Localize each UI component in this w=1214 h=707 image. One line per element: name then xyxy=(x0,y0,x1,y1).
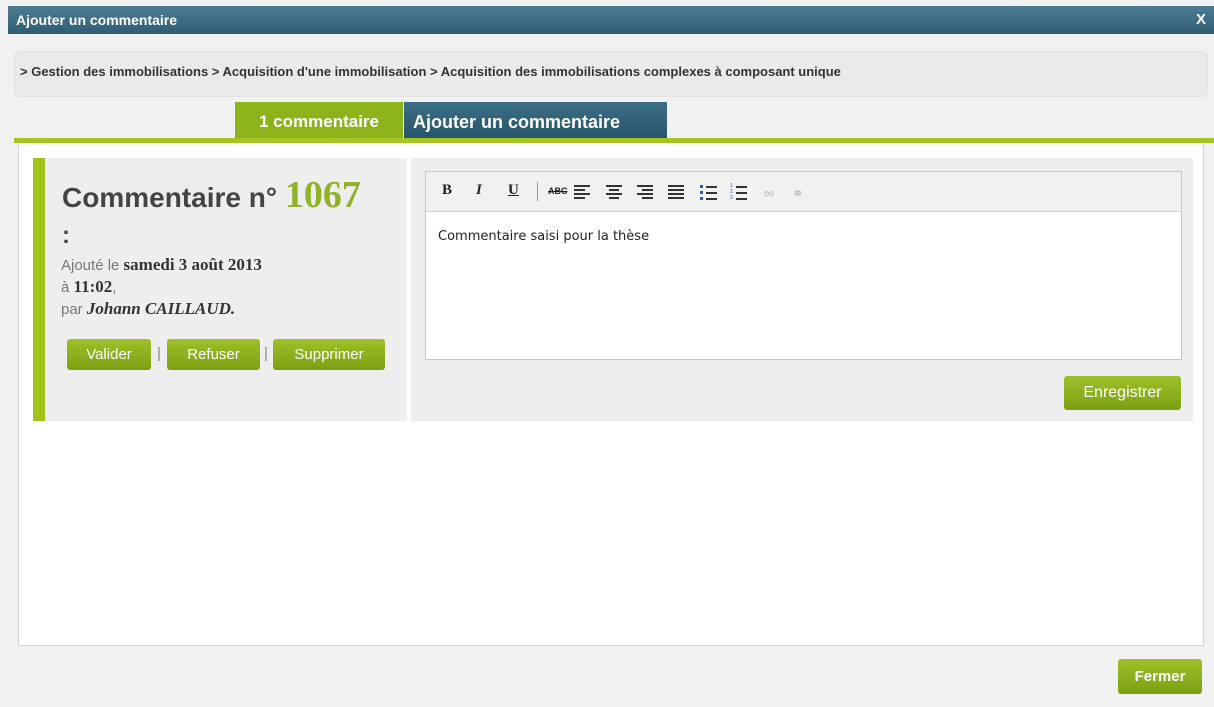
time-suffix: , xyxy=(112,279,117,296)
tab-add-comment[interactable]: Ajouter un commentaire xyxy=(404,102,667,138)
close-button[interactable]: Fermer xyxy=(1118,659,1202,694)
breadcrumb-text: > Gestion des immobilisations > Acquisit… xyxy=(20,64,841,79)
comment-heading-colon: : xyxy=(62,222,70,249)
comment-dialog: Ajouter un commentaire X > Gestion des i… xyxy=(8,6,1214,707)
comment-form: B I U ABC 1 2 3 ∞ ⚭ Commentaire saisi po… xyxy=(411,158,1193,421)
editor-toolbar: B I U ABC 1 2 3 ∞ ⚭ xyxy=(426,172,1181,212)
comment-time: 11:02 xyxy=(73,277,113,296)
align-justify-icon[interactable] xyxy=(668,185,684,199)
editor-content[interactable]: Commentaire saisi pour la thèse xyxy=(438,229,649,244)
comment-date: samedi 3 août 2013 xyxy=(123,255,262,274)
comment-heading-label: Commentaire n° xyxy=(62,182,278,213)
comment-card: Commentaire n° 1067 : Ajouté le samedi 3… xyxy=(33,158,407,421)
time-prefix: à xyxy=(61,279,70,296)
tab-content: Commentaire n° 1067 : Ajouté le samedi 3… xyxy=(18,143,1204,646)
breadcrumb: > Gestion des immobilisations > Acquisit… xyxy=(14,51,1208,97)
dialog-titlebar: Ajouter un commentaire X xyxy=(8,6,1214,34)
added-label: Ajouté le xyxy=(61,257,120,274)
rich-text-editor[interactable]: B I U ABC 1 2 3 ∞ ⚭ Commentaire saisi po… xyxy=(425,171,1182,360)
align-center-icon[interactable] xyxy=(606,185,622,199)
validate-button[interactable]: Valider xyxy=(67,339,151,370)
by-label: par xyxy=(61,301,83,318)
align-right-icon[interactable] xyxy=(637,185,653,199)
toolbar-divider xyxy=(537,182,538,201)
strikethrough-button[interactable]: ABC xyxy=(548,186,568,196)
italic-button[interactable]: I xyxy=(476,182,482,199)
comment-time-line: à 11:02, xyxy=(61,277,116,297)
comment-number: 1067 xyxy=(284,174,361,216)
refuse-button[interactable]: Refuser xyxy=(167,339,260,370)
align-left-icon[interactable] xyxy=(574,185,590,199)
comment-date-line: Ajouté le samedi 3 août 2013 xyxy=(61,255,262,275)
bold-button[interactable]: B xyxy=(442,182,452,199)
action-separator: | xyxy=(264,345,268,362)
comment-heading: Commentaire n° 1067 xyxy=(62,173,361,217)
underline-button[interactable]: U xyxy=(508,182,519,199)
action-separator: | xyxy=(157,345,161,362)
comment-author: Johann CAILLAUD. xyxy=(86,299,236,318)
delete-button[interactable]: Supprimer xyxy=(273,339,385,370)
link-icon[interactable]: ∞ xyxy=(764,185,774,201)
comment-author-line: par Johann CAILLAUD. xyxy=(61,299,235,319)
close-icon[interactable]: X xyxy=(1196,11,1206,28)
save-button[interactable]: Enregistrer xyxy=(1064,376,1181,410)
dialog-title: Ajouter un commentaire xyxy=(16,12,178,28)
bullet-list-icon[interactable] xyxy=(700,184,718,200)
tab-comments[interactable]: 1 commentaire xyxy=(235,102,403,138)
unlink-icon[interactable]: ⚭ xyxy=(792,185,804,202)
numbered-list-icon[interactable]: 1 2 3 xyxy=(730,184,748,201)
